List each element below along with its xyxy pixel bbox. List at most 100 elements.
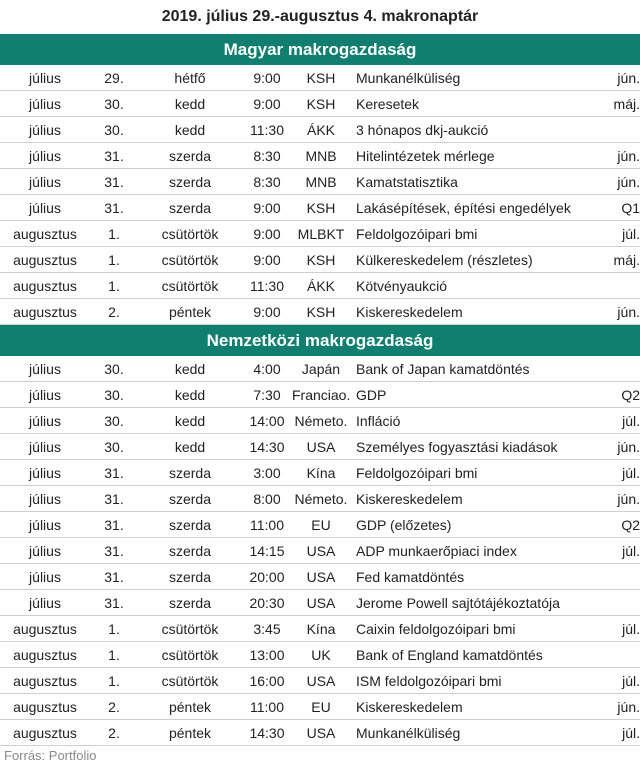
day-cell: 31. bbox=[90, 194, 138, 221]
period-cell: máj. bbox=[610, 246, 640, 273]
event-cell: GDP (előzetes) bbox=[350, 511, 610, 538]
period-cell: Q2 bbox=[610, 511, 640, 538]
time-cell: 16:00 bbox=[242, 667, 292, 694]
source-org-cell: EU bbox=[292, 511, 350, 538]
event-cell: ISM feldolgozóipari bmi bbox=[350, 667, 610, 694]
day-cell: 1. bbox=[90, 220, 138, 247]
weekday-cell: péntek bbox=[138, 693, 242, 720]
day-cell: 2. bbox=[90, 298, 138, 325]
source-org-cell: USA bbox=[292, 667, 350, 694]
month-cell: július bbox=[0, 433, 90, 460]
source-note: Forrás: Portfolio bbox=[4, 748, 97, 763]
weekday-cell: hétfő bbox=[138, 65, 242, 91]
month-cell: augusztus bbox=[0, 246, 90, 273]
time-cell: 4:00 bbox=[242, 356, 292, 382]
period-cell: Q2 bbox=[610, 381, 640, 408]
month-cell: augusztus bbox=[0, 615, 90, 642]
table-row: július 30. kedd 7:30 Franciao. GDP Q2 bbox=[0, 381, 640, 408]
source-org-cell: USA bbox=[292, 589, 350, 616]
weekday-cell: szerda bbox=[138, 168, 242, 195]
table-row: augusztus 1. csütörtök 13:00 UK Bank of Engla… bbox=[0, 641, 640, 668]
time-cell: 14:15 bbox=[242, 537, 292, 564]
source-org-cell: Franciao. bbox=[292, 381, 350, 408]
source-org-cell: UK bbox=[292, 641, 350, 668]
month-cell: augusztus bbox=[0, 641, 90, 668]
source-org-cell: Németo. bbox=[292, 485, 350, 512]
weekday-cell: kedd bbox=[138, 356, 242, 382]
day-cell: 31. bbox=[90, 142, 138, 169]
day-cell: 1. bbox=[90, 641, 138, 668]
month-cell: augusztus bbox=[0, 298, 90, 325]
time-cell: 9:00 bbox=[242, 194, 292, 221]
period-cell: júl. bbox=[610, 459, 640, 486]
event-cell: Bank of England kamatdöntés bbox=[350, 641, 610, 668]
day-cell: 31. bbox=[90, 485, 138, 512]
period-cell: júl. bbox=[610, 615, 640, 642]
day-cell: 30. bbox=[90, 407, 138, 434]
month-cell: július bbox=[0, 459, 90, 486]
source-org-cell: USA bbox=[292, 433, 350, 460]
event-cell: Kiskereskedelem bbox=[350, 485, 610, 512]
source-org-cell: USA bbox=[292, 719, 350, 746]
time-cell: 9:00 bbox=[242, 65, 292, 91]
section-header-hungarian: Magyar makrogazdaság bbox=[0, 34, 640, 65]
time-cell: 14:30 bbox=[242, 433, 292, 460]
source-org-cell: KSH bbox=[292, 246, 350, 273]
day-cell: 29. bbox=[90, 65, 138, 91]
day-cell: 30. bbox=[90, 381, 138, 408]
weekday-cell: szerda bbox=[138, 485, 242, 512]
event-cell: Infláció bbox=[350, 407, 610, 434]
day-cell: 31. bbox=[90, 589, 138, 616]
page-title: 2019. július 29.-augusztus 4. makronaptá… bbox=[161, 8, 479, 25]
time-cell: 11:00 bbox=[242, 511, 292, 538]
time-cell: 9:00 bbox=[242, 246, 292, 273]
period-cell bbox=[610, 272, 640, 299]
period-cell bbox=[610, 356, 640, 382]
weekday-cell: szerda bbox=[138, 459, 242, 486]
source-org-cell: KSH bbox=[292, 90, 350, 117]
day-cell: 30. bbox=[90, 356, 138, 382]
source-org-cell: USA bbox=[292, 537, 350, 564]
time-cell: 11:00 bbox=[242, 693, 292, 720]
weekday-cell: kedd bbox=[138, 90, 242, 117]
table-row: július 31. szerda 14:15 USA ADP munkaerőpiaci… bbox=[0, 537, 640, 564]
month-cell: július bbox=[0, 589, 90, 616]
period-cell: Q1 bbox=[610, 194, 640, 221]
weekday-cell: csütörtök bbox=[138, 220, 242, 247]
month-cell: július bbox=[0, 511, 90, 538]
month-cell: július bbox=[0, 90, 90, 117]
event-cell: Munkanélküliség bbox=[350, 719, 610, 746]
event-cell: Jerome Powell sajtótájékoztatója bbox=[350, 589, 610, 616]
day-cell: 31. bbox=[90, 537, 138, 564]
event-cell: GDP bbox=[350, 381, 610, 408]
weekday-cell: kedd bbox=[138, 407, 242, 434]
event-cell: Személyes fogyasztási kiadások bbox=[350, 433, 610, 460]
weekday-cell: szerda bbox=[138, 194, 242, 221]
table-row: július 30. kedd 14:00 Németo. Infláció júl. bbox=[0, 407, 640, 434]
month-cell: augusztus bbox=[0, 719, 90, 746]
time-cell: 8:30 bbox=[242, 168, 292, 195]
source-org-cell: Japán bbox=[292, 356, 350, 382]
time-cell: 14:00 bbox=[242, 407, 292, 434]
source-org-cell: USA bbox=[292, 563, 350, 590]
time-cell: 3:45 bbox=[242, 615, 292, 642]
table-row: július 31. szerda 8:30 MNB Kamatstatisztika jú… bbox=[0, 168, 640, 195]
source-org-cell: Kína bbox=[292, 459, 350, 486]
time-cell: 20:30 bbox=[242, 589, 292, 616]
time-cell: 20:00 bbox=[242, 563, 292, 590]
table-row: július 31. szerda 8:30 MNB Hitelintézetek mér… bbox=[0, 142, 640, 169]
time-cell: 3:00 bbox=[242, 459, 292, 486]
weekday-cell: péntek bbox=[138, 298, 242, 325]
weekday-cell: kedd bbox=[138, 381, 242, 408]
weekday-cell: szerda bbox=[138, 142, 242, 169]
event-cell: Feldolgozóipari bmi bbox=[350, 459, 610, 486]
weekday-cell: csütörtök bbox=[138, 615, 242, 642]
event-cell: Kötvényaukció bbox=[350, 272, 610, 299]
weekday-cell: szerda bbox=[138, 589, 242, 616]
time-cell: 9:00 bbox=[242, 90, 292, 117]
source-org-cell: Kína bbox=[292, 615, 350, 642]
source-org-cell: ÁKK bbox=[292, 116, 350, 143]
time-cell: 8:30 bbox=[242, 142, 292, 169]
day-cell: 2. bbox=[90, 719, 138, 746]
weekday-cell: kedd bbox=[138, 116, 242, 143]
